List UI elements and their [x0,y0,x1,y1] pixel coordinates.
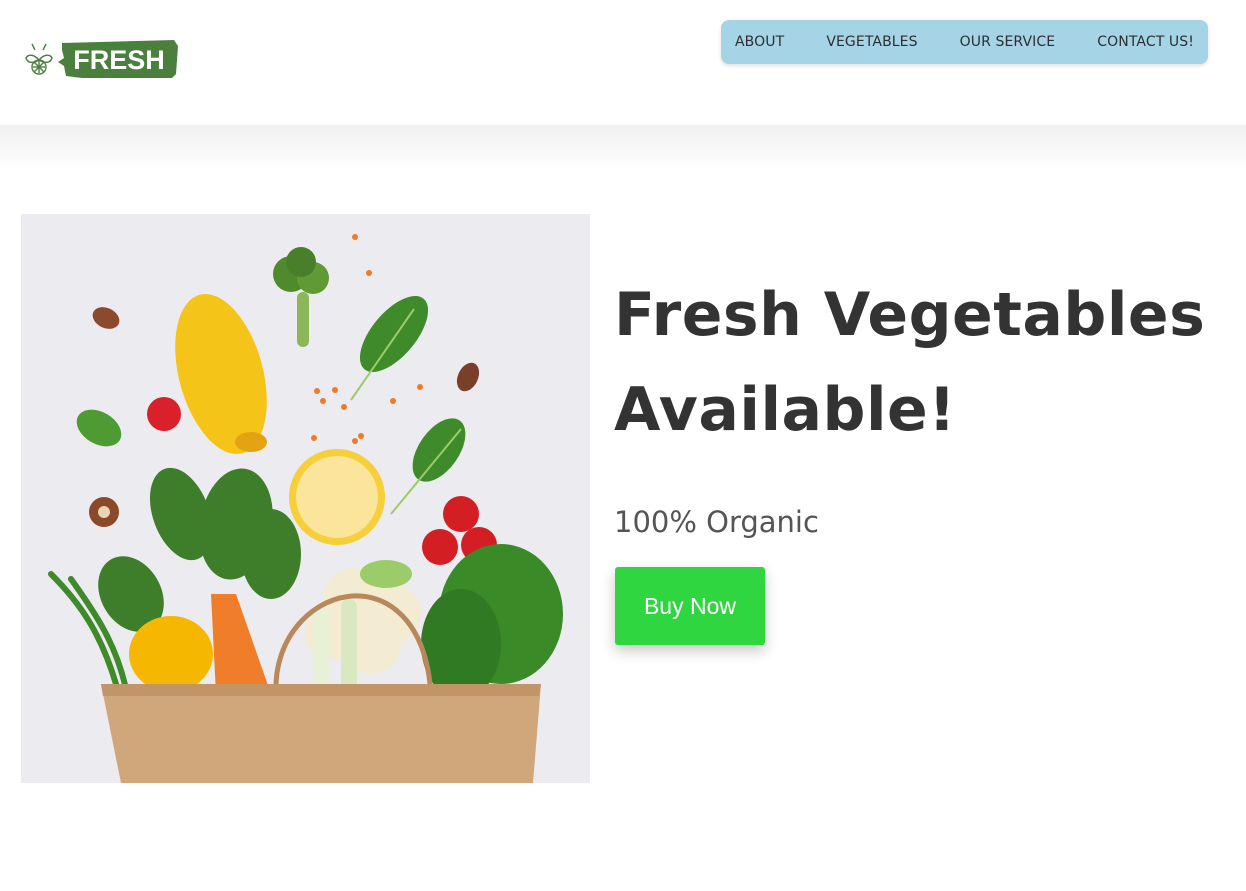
buy-now-button[interactable]: Buy Now [615,567,765,645]
nav-item-contact-us[interactable]: CONTACT US! [1097,34,1194,50]
site-header: FRESH ABOUT VEGETABLES OUR SERVICE CONTA… [0,0,1246,125]
plant-sprout-icon: FRESH [25,40,178,78]
hero-title-line-2: Available! [614,375,957,445]
nav-item-about[interactable]: ABOUT [735,34,784,50]
hero-subtitle: 100% Organic [614,505,819,539]
header-shadow [0,125,1246,170]
brand-name: FRESH [73,45,165,75]
grocery-bag-vegetables-image [21,214,590,783]
hero-title: Fresh Vegetables Available! [614,268,1234,458]
hero-image [21,214,590,783]
hero-title-line-1: Fresh Vegetables [614,280,1206,350]
main-nav: ABOUT VEGETABLES OUR SERVICE CONTACT US! [721,20,1208,64]
brand-logo[interactable]: FRESH [22,38,180,82]
nav-item-vegetables[interactable]: VEGETABLES [826,34,917,50]
nav-item-our-service[interactable]: OUR SERVICE [960,34,1056,50]
